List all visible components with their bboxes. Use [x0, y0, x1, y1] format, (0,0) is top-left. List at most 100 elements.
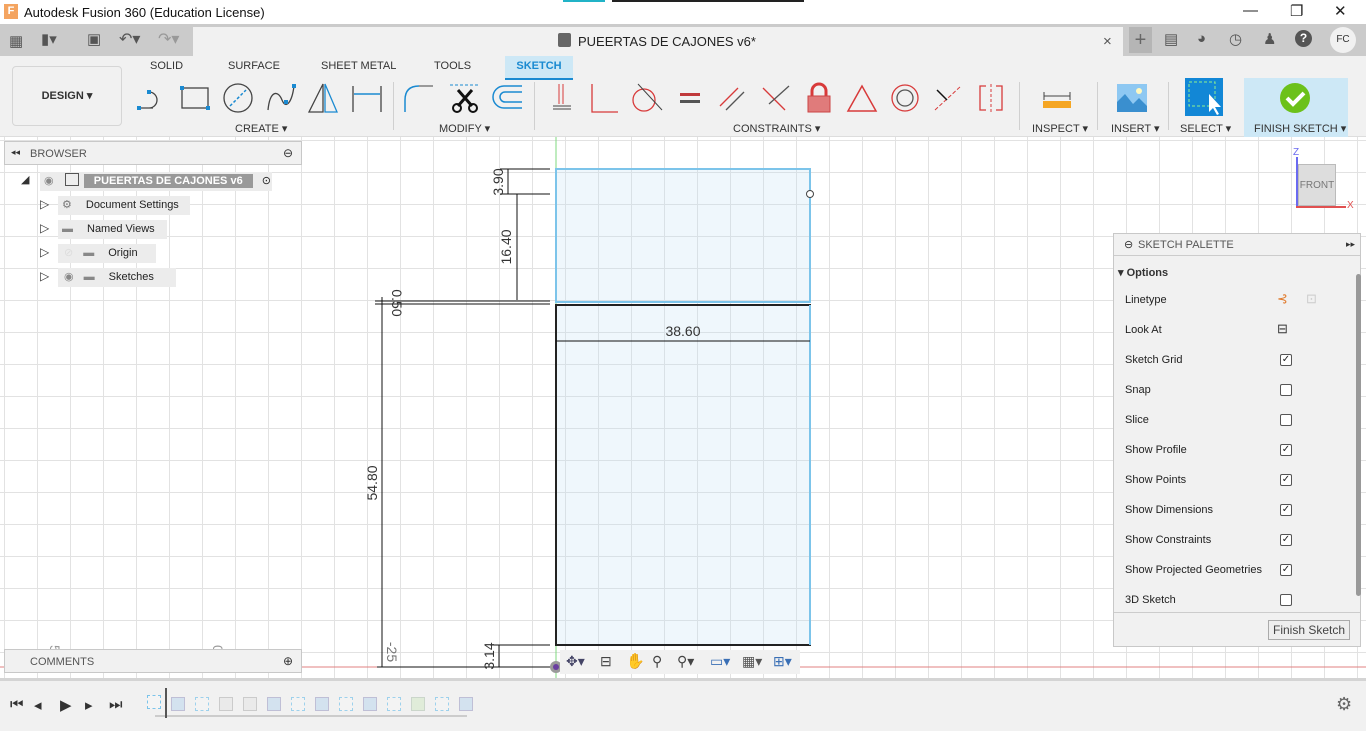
tab-sketch[interactable]: SKETCH	[505, 56, 573, 80]
orbit-icon[interactable]: ✥▾	[566, 653, 585, 670]
timeline-sketch-feature-icon[interactable]	[339, 697, 353, 711]
timeline-extrude-feature-icon[interactable]	[171, 697, 185, 711]
create-menu[interactable]: CREATE ▾	[235, 122, 287, 135]
look-at-icon[interactable]: ⊟	[600, 653, 612, 670]
expand-arrow-icon[interactable]: ▷	[40, 221, 49, 235]
palette-minimize-icon[interactable]: ⊖	[1124, 238, 1133, 251]
options-section-toggle[interactable]: ▾ Options	[1118, 266, 1168, 279]
equal-constraint-icon[interactable]	[673, 82, 707, 114]
palette-scrollbar[interactable]	[1356, 274, 1361, 596]
browser-item-document-settings[interactable]: ⚙ Document Settings	[58, 196, 190, 215]
timeline-extrude-feature-icon[interactable]	[363, 697, 377, 711]
collapse-root-icon[interactable]: ◢	[21, 173, 29, 186]
browser-item-named-views[interactable]: ▬ Named Views	[58, 220, 167, 239]
apps-grid-icon[interactable]: ▦	[9, 32, 23, 50]
linetype-centerline-icon[interactable]: ⊡	[1306, 291, 1317, 307]
redo-icon[interactable]: ↷▾	[158, 29, 179, 49]
finish-sketch-palette-button[interactable]: Finish Sketch	[1268, 620, 1350, 640]
mirror-tool-icon[interactable]	[307, 82, 341, 114]
timeline-sketch-feature-icon[interactable]	[147, 695, 161, 709]
line-tool-icon[interactable]	[135, 82, 169, 114]
rectangle-tool-icon[interactable]	[178, 82, 212, 114]
browser-header[interactable]: ◂◂ BROWSER ⊖	[4, 141, 302, 165]
palette-checkbox[interactable]: ✓	[1280, 564, 1292, 576]
add-comment-icon[interactable]: ⊕	[283, 654, 293, 668]
zoom-icon[interactable]: ⚲	[652, 653, 662, 670]
circle-tool-icon[interactable]	[221, 82, 255, 114]
display-settings-icon[interactable]: ▭▾	[710, 653, 730, 670]
palette-checkbox[interactable]: ✓	[1280, 534, 1292, 546]
notification-bell-icon[interactable]: ♟	[1263, 30, 1276, 48]
job-status-icon[interactable]: ◕	[1197, 30, 1206, 47]
insert-image-icon[interactable]	[1115, 82, 1149, 114]
help-icon[interactable]: ?	[1295, 30, 1312, 47]
activate-radio-icon[interactable]: ⊙	[262, 175, 271, 187]
palette-checkbox[interactable]: ✓	[1280, 504, 1292, 516]
concentric-constraint-icon[interactable]	[888, 82, 922, 114]
collinear-constraint-icon[interactable]	[931, 82, 965, 114]
go-to-end-icon[interactable]: ⏭	[109, 696, 123, 713]
expand-arrow-icon[interactable]: ▷	[40, 269, 49, 283]
hidden-eye-icon[interactable]: ⊘	[64, 247, 73, 259]
tab-sheet-metal[interactable]: SHEET METAL	[313, 60, 404, 80]
undo-icon[interactable]: ↶▾	[119, 29, 140, 49]
select-menu[interactable]: SELECT ▾	[1180, 122, 1231, 135]
collapse-browser-icon[interactable]: ◂◂	[11, 147, 20, 158]
play-icon[interactable]: ▶	[60, 696, 72, 714]
browser-item-sketches[interactable]: ◉ ▬ Sketches	[58, 268, 176, 287]
measure-ruler-icon[interactable]	[1040, 82, 1074, 114]
fillet-tool-icon[interactable]	[402, 82, 436, 114]
midpoint-triangle-icon[interactable]	[845, 82, 879, 114]
timeline-sketch-feature-icon[interactable]	[387, 697, 401, 711]
inspect-menu[interactable]: INSPECT ▾	[1032, 122, 1088, 135]
close-window-button[interactable]: ✕	[1334, 2, 1347, 20]
trim-scissors-icon[interactable]	[448, 82, 482, 114]
browser-minimize-icon[interactable]: ⊖	[283, 146, 293, 160]
symmetry-constraint-icon[interactable]	[974, 82, 1008, 114]
timeline-sketch-feature-icon[interactable]	[435, 697, 449, 711]
palette-checkbox[interactable]: ✓	[1280, 354, 1292, 366]
constraints-menu[interactable]: CONSTRAINTS ▾	[733, 122, 820, 135]
viewcube[interactable]: FRONT	[1298, 164, 1336, 206]
browser-item-origin[interactable]: ⊘ ▬ Origin	[58, 244, 156, 263]
save-icon[interactable]: ▣	[87, 30, 101, 48]
clock-icon[interactable]: ◷	[1229, 30, 1242, 48]
palette-checkbox[interactable]	[1280, 594, 1292, 606]
coincident-constraint-icon[interactable]	[759, 82, 793, 114]
visibility-eye-icon[interactable]: ◉	[44, 175, 54, 187]
comments-panel[interactable]: COMMENTS ⊕	[4, 649, 302, 673]
grid-settings-icon[interactable]: ▦▾	[742, 653, 762, 670]
viewports-icon[interactable]: ⊞▾	[773, 653, 792, 670]
timeline-sketch-feature-icon[interactable]	[291, 697, 305, 711]
expand-arrow-icon[interactable]: ▷	[40, 245, 49, 259]
finish-sketch-button[interactable]: FINISH SKETCH ▾	[1244, 78, 1348, 137]
palette-checkbox[interactable]	[1280, 384, 1292, 396]
timeline-move-feature-icon[interactable]	[219, 697, 233, 711]
spline-tool-icon[interactable]	[264, 82, 298, 114]
step-back-icon[interactable]: ◂	[34, 696, 42, 714]
close-tab-button[interactable]: ×	[1103, 33, 1112, 50]
new-tab-button[interactable]: +	[1129, 27, 1152, 53]
pan-hand-icon[interactable]: ✋	[626, 652, 645, 670]
timeline-extrude-feature-icon[interactable]	[267, 697, 281, 711]
step-forward-icon[interactable]: ▸	[85, 696, 93, 714]
palette-expand-icon[interactable]: ▸▸	[1346, 239, 1355, 250]
timeline-settings-gear-icon[interactable]: ⚙	[1336, 694, 1352, 715]
maximize-button[interactable]: ❐	[1290, 2, 1303, 20]
select-tool-icon[interactable]	[1185, 78, 1223, 116]
timeline-extrude-feature-icon[interactable]	[459, 697, 473, 711]
sketch-palette-header[interactable]: ⊖ SKETCH PALETTE ▸▸	[1114, 234, 1360, 256]
fix-lock-icon[interactable]	[802, 82, 836, 114]
horizontal-vertical-constraint-icon[interactable]	[545, 82, 579, 114]
user-avatar[interactable]: FC	[1330, 27, 1356, 53]
tab-tools[interactable]: TOOLS	[426, 60, 479, 80]
comment-icon[interactable]: ▤	[1164, 30, 1178, 48]
expand-arrow-icon[interactable]: ▷	[40, 197, 49, 211]
zoom-window-icon[interactable]: ⚲▾	[677, 653, 694, 670]
document-tab[interactable]: PUEERTAS DE CAJONES v6* ×	[193, 27, 1123, 56]
palette-checkbox[interactable]	[1280, 414, 1292, 426]
tab-surface[interactable]: SURFACE	[220, 60, 288, 80]
timeline-split-feature-icon[interactable]	[411, 697, 425, 711]
timeline-extrude-feature-icon[interactable]	[315, 697, 329, 711]
modify-menu[interactable]: MODIFY ▾	[439, 122, 490, 135]
